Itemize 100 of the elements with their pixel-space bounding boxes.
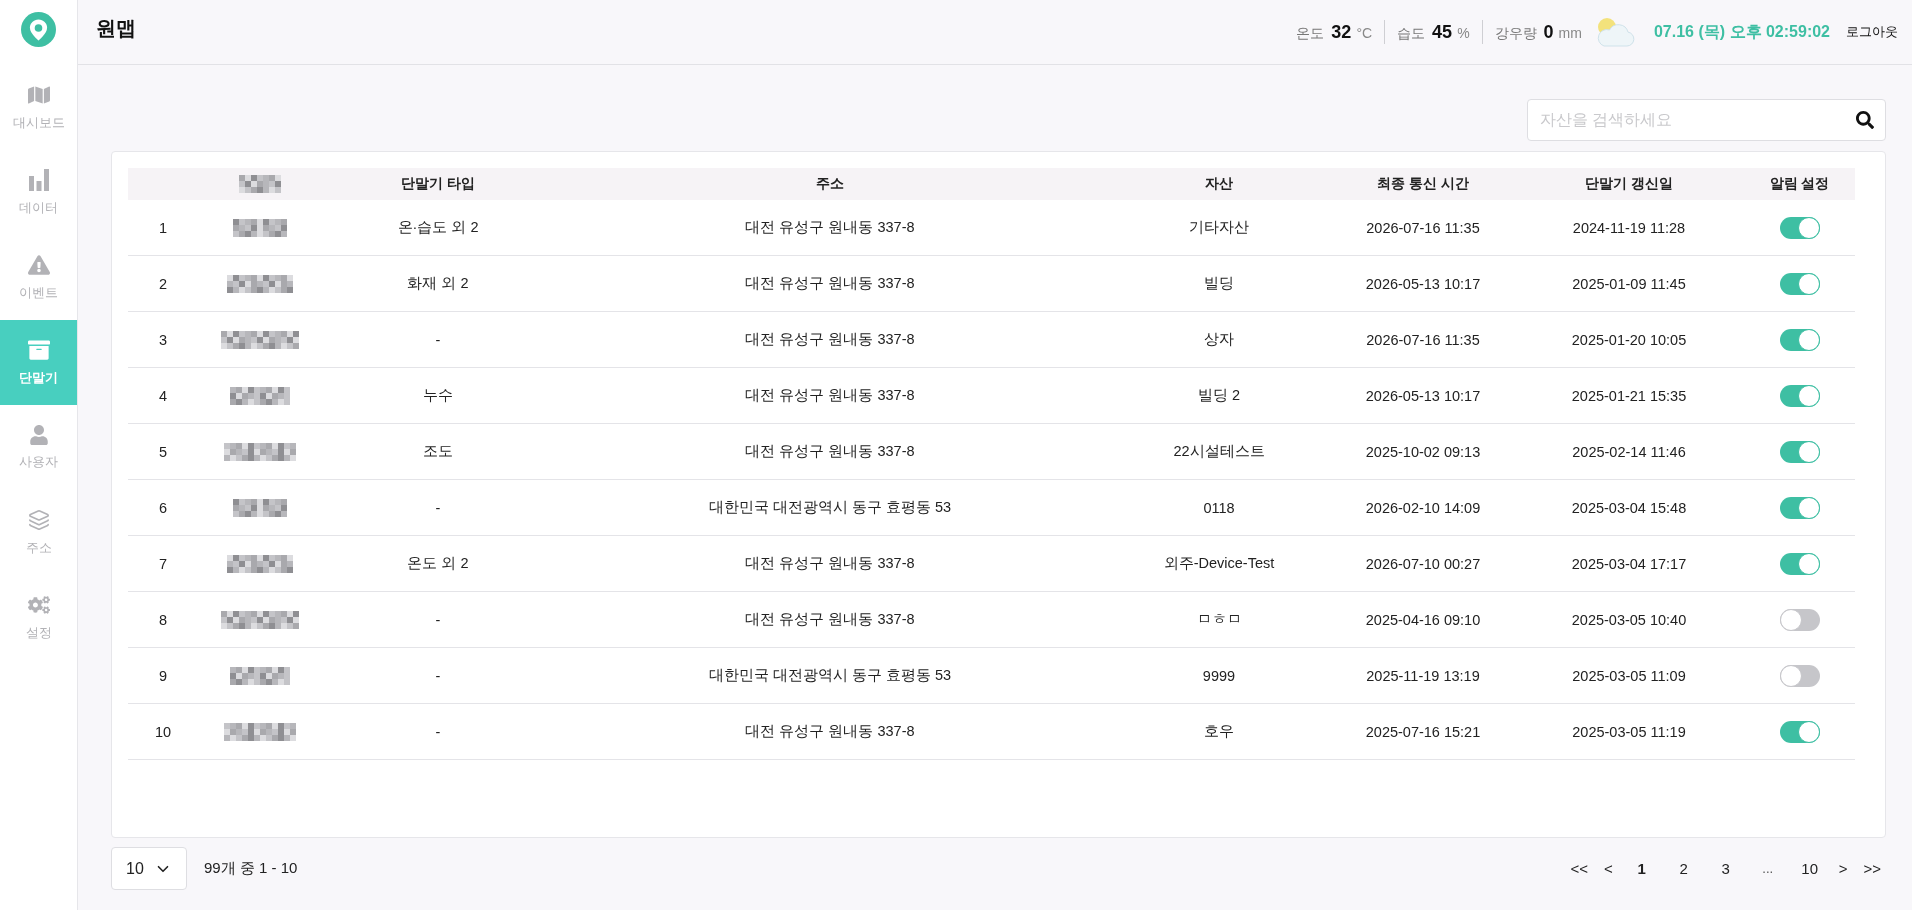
toggle-switch[interactable]: [1779, 664, 1820, 687]
row-number: 1: [158, 219, 168, 236]
table-cell: 대한민국 대전광역시 동구 효평동 53: [708, 666, 952, 685]
table-cell: 2025-03-04 15:48: [1571, 499, 1687, 516]
pagination-ellipsis: ...: [1762, 861, 1774, 876]
table-cell: 대전 유성구 원내동 337-8: [745, 386, 915, 405]
toggle-switch[interactable]: [1779, 720, 1820, 743]
column-header: 자산: [1205, 175, 1233, 193]
table-cell: 2025-01-09 11:45: [1572, 275, 1686, 292]
toggle-switch[interactable]: [1779, 216, 1820, 239]
row-number: 10: [154, 723, 172, 740]
page-button[interactable]: 3: [1707, 856, 1744, 881]
table-cell: 대전 유성구 원내동 337-8: [745, 218, 915, 237]
weather-unit: °C: [1356, 24, 1373, 41]
location-pin-logo-icon[interactable]: [21, 12, 56, 47]
table-cell: 대전 유성구 원내동 337-8: [745, 330, 915, 349]
table-cell: 대전 유성구 원내동 337-8: [745, 722, 915, 741]
toggle-switch[interactable]: [1779, 328, 1820, 351]
column-header: 주소: [816, 175, 844, 193]
row-number: 4: [158, 387, 168, 404]
pixelated-block: [227, 554, 293, 573]
archive-box-icon: [27, 338, 50, 361]
table-cell: 2026-07-16 11:35: [1366, 331, 1480, 348]
table-cell: 2025-03-05 11:09: [1572, 667, 1686, 684]
first-page-button[interactable]: <<: [1565, 856, 1593, 881]
table-cell: 2026-05-13 10:17: [1365, 387, 1481, 404]
bar-chart-icon: [27, 168, 50, 191]
table-cell: 기타자산: [1189, 218, 1249, 237]
weather-unit: mm: [1558, 24, 1582, 41]
table-cell: 호우: [1204, 722, 1234, 741]
table-cell: -: [435, 667, 441, 684]
table-cell: 2026-02-10 14:09: [1365, 499, 1481, 516]
toggle-switch[interactable]: [1779, 440, 1820, 463]
weather-label: 습도: [1397, 24, 1426, 43]
warning-icon: [27, 253, 50, 276]
table-cell: 빌딩 2: [1197, 386, 1241, 405]
table-cell: 2025-11-19 13:19: [1366, 667, 1480, 684]
page-button[interactable]: 10: [1791, 856, 1828, 881]
next-page-button[interactable]: >: [1833, 856, 1853, 881]
row-number: 7: [158, 555, 168, 572]
logout-button[interactable]: 로그아웃: [1846, 23, 1898, 41]
weather-unit: %: [1457, 24, 1470, 41]
table-cell: 22시설테스트: [1173, 442, 1265, 461]
page-summary: 99개 중 1 - 10: [204, 859, 298, 878]
toggle-switch[interactable]: [1779, 496, 1820, 519]
table-cell: 빌딩: [1204, 274, 1234, 293]
last-page-button[interactable]: >>: [1858, 856, 1886, 881]
page-button[interactable]: 2: [1665, 856, 1702, 881]
page-title: 원맵: [96, 15, 136, 41]
toggle-switch[interactable]: [1779, 384, 1820, 407]
pixelated-block: [239, 175, 281, 193]
column-header: 단말기 타입: [401, 175, 475, 193]
toggle-switch[interactable]: [1779, 552, 1820, 575]
map-icon: [27, 83, 50, 106]
table-cell: 온·습도 외 2: [397, 218, 479, 237]
table-cell: ㅁㅎㅁ: [1196, 610, 1242, 629]
table-cell: 2025-03-04 17:17: [1571, 555, 1687, 572]
table-cell: 2025-10-02 09:13: [1365, 443, 1481, 460]
table-cell: -: [435, 499, 441, 516]
pixelated-block: [233, 218, 287, 237]
table-cell: 상자: [1204, 330, 1234, 349]
row-number: 8: [158, 611, 168, 628]
table-cell: 2025-04-16 09:10: [1365, 611, 1481, 628]
page-button[interactable]: 1: [1623, 856, 1660, 881]
table-cell: 2025-02-14 11:46: [1572, 443, 1686, 460]
table-cell: 2025-01-20 10:05: [1571, 331, 1687, 348]
table-cell: -: [435, 723, 441, 740]
table-cell: 온도 외 2: [407, 554, 469, 573]
table-cell: 화재 외 2: [407, 274, 469, 293]
page-size-select[interactable]: 10: [111, 847, 187, 890]
table-cell: 대전 유성구 원내동 337-8: [745, 610, 915, 629]
table-cell: 2024-11-19 11:28: [1572, 219, 1686, 236]
row-number: 3: [158, 331, 168, 348]
search-icon[interactable]: [1856, 111, 1874, 129]
current-datetime: 07.16 (목) 오후 02:59:02: [1653, 21, 1830, 42]
weather-value: 45: [1432, 21, 1453, 43]
previous-page-button[interactable]: <: [1598, 856, 1618, 881]
table-cell: -: [435, 331, 441, 348]
toggle-switch[interactable]: [1779, 608, 1820, 631]
table-cell: 2025-03-05 11:19: [1572, 723, 1686, 740]
layers-icon: [27, 508, 50, 531]
table-cell: 2026-05-13 10:17: [1365, 275, 1481, 292]
table-cell: 대전 유성구 원내동 337-8: [745, 274, 915, 293]
toggle-switch[interactable]: [1779, 272, 1820, 295]
pixelated-block: [224, 442, 296, 461]
pixelated-block: [230, 666, 290, 685]
table-cell: 대한민국 대전광역시 동구 효평동 53: [708, 498, 952, 517]
row-number: 9: [158, 667, 168, 684]
row-number: 5: [158, 443, 168, 460]
pixelated-block: [227, 274, 293, 293]
table-cell: 2025-03-05 10:40: [1571, 611, 1687, 628]
user-icon: [28, 424, 49, 445]
table-cell: 2025-01-21 15:35: [1571, 387, 1687, 404]
table-cell: 2026-07-16 11:35: [1366, 219, 1480, 236]
pixelated-block: [230, 386, 290, 405]
table-cell: 9999: [1202, 667, 1236, 684]
table-cell: 대전 유성구 원내동 337-8: [745, 442, 915, 461]
settings-icon: [27, 593, 50, 616]
weather-label: 강우량: [1494, 24, 1537, 43]
pixelated-block: [224, 722, 296, 741]
